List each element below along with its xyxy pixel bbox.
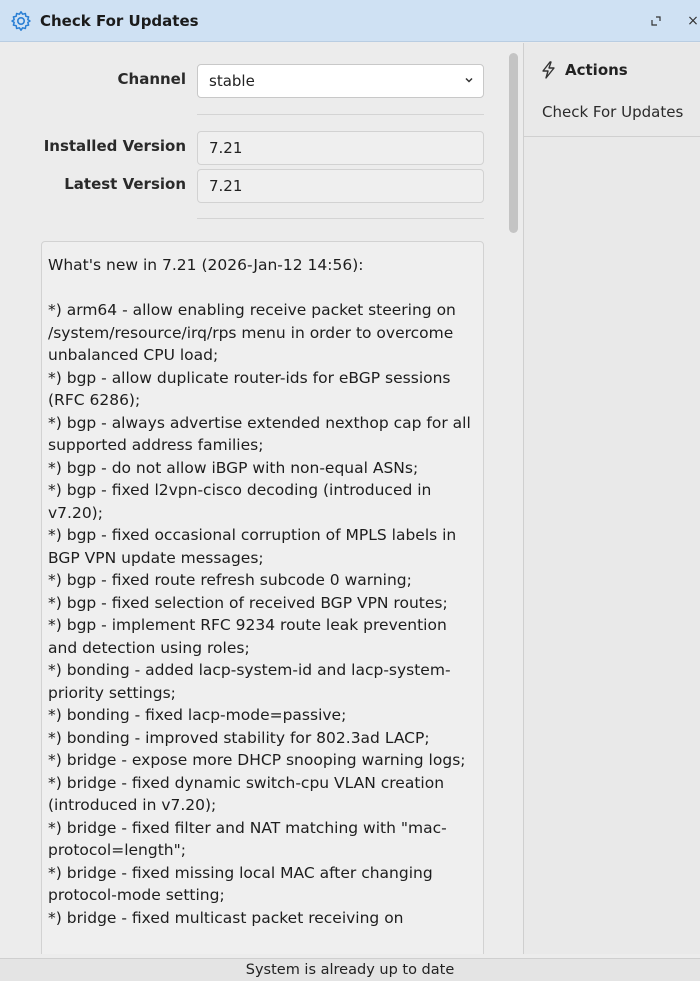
changelog-textarea[interactable]: What's new in 7.21 (2026-Jan-12 14:56): …	[41, 241, 484, 954]
installed-version-field: 7.21	[197, 131, 484, 165]
latest-version-field: 7.21	[197, 169, 484, 203]
latest-version-value: 7.21	[209, 177, 243, 195]
actions-divider	[524, 136, 700, 137]
installed-version-row: Installed Version 7.21	[0, 131, 508, 165]
close-button[interactable]: ×	[683, 11, 700, 31]
window-title: Check For Updates	[40, 11, 199, 30]
actions-title: Actions	[565, 61, 628, 79]
update-form-pane: Channel stable Installed Version 7.21 La…	[0, 43, 508, 954]
latest-version-label: Latest Version	[64, 175, 186, 193]
separator	[197, 114, 484, 115]
scrollbar-thumb[interactable]	[509, 53, 518, 233]
status-bar: System is already up to date	[0, 958, 700, 981]
channel-label: Channel	[117, 70, 186, 88]
title-bar: Check For Updates ×	[0, 0, 700, 42]
lightning-icon	[539, 60, 559, 80]
gear-icon	[10, 10, 32, 32]
check-for-updates-action[interactable]: Check For Updates	[542, 103, 683, 121]
actions-pane: Actions Check For Updates	[523, 43, 700, 954]
channel-select[interactable]: stable	[197, 64, 484, 98]
installed-version-value: 7.21	[209, 139, 243, 157]
changelog-text: What's new in 7.21 (2026-Jan-12 14:56): …	[48, 256, 471, 927]
chevron-down-icon	[464, 74, 474, 88]
channel-value: stable	[209, 72, 255, 90]
latest-version-row: Latest Version 7.21	[0, 169, 508, 203]
restore-icon[interactable]	[646, 11, 666, 31]
separator	[197, 218, 484, 219]
installed-version-label: Installed Version	[43, 137, 186, 155]
actions-header: Actions	[539, 60, 628, 80]
channel-row: Channel stable	[0, 64, 508, 98]
status-text: System is already up to date	[245, 962, 455, 978]
